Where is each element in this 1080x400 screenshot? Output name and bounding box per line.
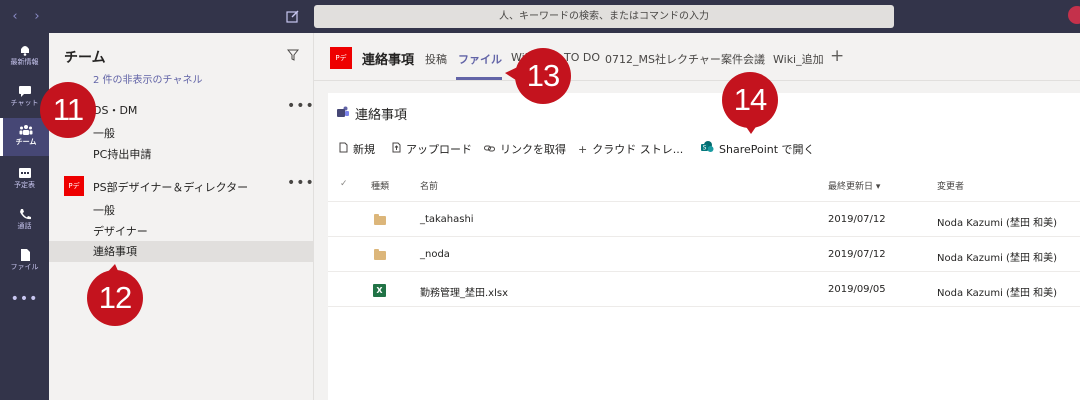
compose-icon[interactable] (286, 9, 300, 23)
channel-announcements[interactable]: 連絡事項 (49, 241, 314, 262)
files-title: 連絡事項 (355, 108, 408, 123)
get-link-button[interactable]: リンクを取得 (484, 141, 566, 157)
add-tab-icon[interactable]: + (830, 46, 844, 66)
callout-marker: 11 (40, 82, 96, 138)
channel-title: 連絡事項 (362, 53, 415, 68)
new-file-icon (339, 142, 348, 153)
callout-marker: 13 (515, 48, 571, 104)
file-modified-by: Noda Kazumi (埜田 和美) (937, 218, 1058, 229)
app-rail: 最新情報 チャット チーム 予定表 通話 ファイル ••• (0, 33, 49, 400)
column-type[interactable]: 種類 (371, 179, 389, 192)
upload-label: アップロード (406, 143, 472, 156)
file-icon (20, 249, 30, 261)
teams-logo-icon (337, 106, 349, 117)
rail-item-files[interactable]: ファイル (0, 243, 49, 283)
new-label: 新規 (353, 143, 375, 156)
folder-icon (374, 249, 386, 260)
bell-icon (20, 46, 29, 56)
more-options-icon[interactable]: ••• (287, 98, 315, 114)
tab-todo[interactable]: TO DO (564, 51, 600, 64)
tab-wiki-add[interactable]: Wiki_追加 (773, 51, 824, 67)
back-icon[interactable]: ‹ (8, 9, 22, 24)
tab-lecture[interactable]: 0712_MS社レクチャー (605, 51, 721, 67)
rail-label: ファイル (10, 263, 39, 271)
divider (328, 236, 1080, 237)
file-name[interactable]: 勤務管理_埜田.xlsx (420, 284, 508, 299)
new-button[interactable]: 新規 (339, 141, 375, 157)
file-name[interactable]: _takahashi (420, 214, 474, 225)
file-name[interactable]: _noda (420, 249, 450, 260)
get-link-label: リンクを取得 (500, 143, 566, 156)
folder-icon (374, 214, 386, 225)
forward-icon[interactable]: › (30, 9, 44, 24)
upload-button[interactable]: アップロード (392, 141, 472, 157)
file-modified: 2019/07/12 (828, 214, 886, 225)
team-logo: Pデ (64, 176, 84, 196)
add-icon: + (578, 143, 588, 156)
title-bar: ‹ › 人、キーワードの検索、またはコマンドの入力 (0, 0, 1080, 33)
files-panel: 連絡事項 新規 アップロード リンクを取得 + クラウド ストレ... S Shar… (328, 93, 1080, 400)
rail-item-teams[interactable]: チーム (0, 118, 49, 156)
callout-marker: 12 (87, 270, 143, 326)
file-modified-by: Noda Kazumi (埜田 和美) (937, 253, 1058, 264)
team-ps-designer[interactable]: Pデ PS部デザイナー＆ディレクター ••• (49, 175, 314, 197)
teams-icon (19, 125, 33, 135)
team-name: PS部デザイナー＆ディレクター (93, 181, 249, 194)
rail-label: 最新情報 (10, 58, 39, 66)
cloud-storage-label: クラウド ストレ... (592, 143, 684, 156)
channel-general[interactable]: 一般 (49, 200, 314, 221)
tab-meeting[interactable]: 案件会議 (721, 51, 765, 67)
tab-files[interactable]: ファイル (458, 51, 502, 67)
sharepoint-icon: S (701, 141, 714, 152)
rail-label: 通話 (17, 222, 32, 230)
rail-item-activity[interactable]: 最新情報 (0, 38, 49, 78)
column-modified[interactable]: 最終更新日 ▾ (828, 179, 880, 192)
rail-item-calendar[interactable]: 予定表 (0, 161, 49, 201)
divider (328, 306, 1080, 307)
search-input[interactable]: 人、キーワードの検索、またはコマンドの入力 (314, 5, 894, 28)
channel-main: Pデ 連絡事項 投稿 ファイル Wiki TO DO 0712_MS社レクチャー… (314, 33, 1080, 400)
more-apps-icon[interactable]: ••• (0, 291, 49, 307)
rail-label: チーム (15, 138, 37, 146)
file-modified: 2019/07/12 (828, 249, 886, 260)
file-modified-by: Noda Kazumi (埜田 和美) (937, 288, 1058, 299)
link-icon (484, 145, 495, 152)
channel-designer[interactable]: デザイナー (49, 221, 314, 242)
teams-panel: チーム 2 件の非表示のチャネル DS・DM ••• 一般 PC持出申請 Pデ … (49, 33, 314, 400)
column-name[interactable]: 名前 (420, 179, 438, 192)
column-modified-by[interactable]: 変更者 (937, 179, 964, 192)
filter-icon[interactable] (287, 49, 299, 61)
svg-text:S: S (703, 145, 707, 152)
open-sharepoint-label: SharePoint で開く (719, 143, 815, 156)
team-logo: Pデ (330, 47, 352, 69)
team-name: DS・DM (93, 104, 138, 117)
channel-header: Pデ 連絡事項 投稿 ファイル Wiki TO DO 0712_MS社レクチャー… (314, 33, 1080, 81)
cloud-storage-button[interactable]: + クラウド ストレ... (578, 141, 683, 157)
open-sharepoint-button[interactable]: S SharePoint で開く (701, 141, 815, 157)
channel-pc-request[interactable]: PC持出申請 (49, 144, 314, 165)
callout-marker: 14 (722, 72, 778, 128)
select-all-checkbox[interactable]: ✓ (340, 179, 348, 189)
active-tab-indicator (456, 77, 502, 80)
calendar-icon (18, 168, 31, 178)
phone-icon (19, 209, 31, 220)
more-options-icon[interactable]: ••• (287, 175, 315, 191)
rail-item-calls[interactable]: 通話 (0, 202, 49, 242)
hidden-channels-link[interactable]: 2 件の非表示のチャネル (93, 71, 202, 86)
panel-title: チーム (64, 50, 106, 66)
avatar[interactable] (1068, 6, 1080, 24)
divider (328, 201, 1080, 202)
file-modified: 2019/09/05 (828, 284, 886, 295)
divider (328, 271, 1080, 272)
chat-icon (18, 86, 31, 97)
excel-icon: X (373, 284, 386, 297)
tab-posts[interactable]: 投稿 (425, 51, 447, 67)
upload-icon (392, 142, 401, 153)
rail-label: 予定表 (14, 181, 35, 189)
